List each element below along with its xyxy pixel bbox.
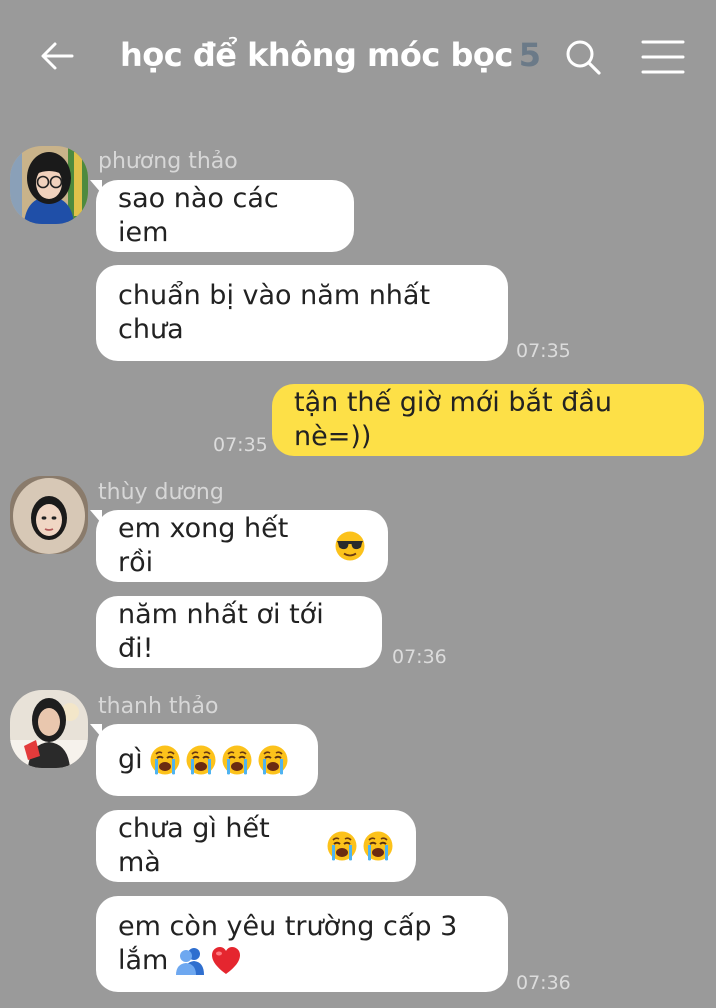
message-bubble[interactable]: chưa gì hết mà <box>96 810 416 882</box>
message-bubble[interactable]: em còn yêu trường cấp 3 lắm <box>96 896 508 992</box>
people-hugging-emoji <box>174 945 206 977</box>
menu-icon <box>638 34 688 80</box>
message-text-line: em còn yêu trường cấp 3 <box>118 911 458 942</box>
sunglasses-emoji <box>334 530 366 562</box>
sender-name: thùy dương <box>98 480 224 505</box>
message-time: 07:36 <box>392 646 447 668</box>
message-text-line: chưa <box>118 314 184 345</box>
message-text-line: lắm <box>118 945 169 976</box>
message-text: gì <box>118 744 143 775</box>
message-text-line: chuẩn bị vào năm nhất <box>118 280 431 311</box>
search-icon <box>560 34 606 80</box>
chat-title: học để không móc bọc 5 <box>120 36 541 74</box>
message-time: 07:35 <box>516 340 571 362</box>
message-bubble[interactable]: năm nhất ơi tới đi! <box>96 596 382 668</box>
back-button[interactable] <box>36 34 80 78</box>
message-text: em xong hết rồi <box>118 513 289 578</box>
outgoing-message-bubble[interactable]: tận thế giờ mới bắt đầu nè=)) <box>272 384 704 456</box>
message-time: 07:36 <box>516 972 571 994</box>
message-time: 07:35 <box>213 434 268 456</box>
avatar[interactable] <box>10 476 88 554</box>
menu-button[interactable] <box>638 34 688 80</box>
crying-emoji <box>257 744 289 776</box>
member-count: 5 <box>518 36 541 74</box>
message-bubble[interactable]: chuẩn bị vào năm nhất chưa <box>96 265 508 361</box>
message-text: năm nhất ơi tới đi! <box>118 599 324 664</box>
message-text: sao nào các iem <box>118 183 279 248</box>
crying-emoji <box>185 744 217 776</box>
chat-title-text: học để không móc bọc <box>120 36 513 74</box>
crying-emoji <box>362 830 394 862</box>
red-heart-emoji <box>210 945 242 977</box>
message-bubble[interactable]: em xong hết rồi <box>96 510 388 582</box>
avatar[interactable] <box>10 146 88 224</box>
chat-header: học để không móc bọc 5 <box>0 0 716 112</box>
message-text: tận thế giờ mới bắt đầu nè=)) <box>294 387 613 452</box>
crying-emoji <box>221 744 253 776</box>
message-bubble[interactable]: sao nào các iem <box>96 180 354 252</box>
message-text: chưa gì hết mà <box>118 813 270 878</box>
crying-emoji <box>326 830 358 862</box>
back-arrow-icon <box>36 34 80 78</box>
message-bubble[interactable]: gì <box>96 724 318 796</box>
avatar[interactable] <box>10 690 88 768</box>
sender-name: thanh thảo <box>98 694 219 719</box>
sender-name: phương thảo <box>98 149 238 174</box>
crying-emoji <box>149 744 181 776</box>
search-button[interactable] <box>560 34 606 80</box>
